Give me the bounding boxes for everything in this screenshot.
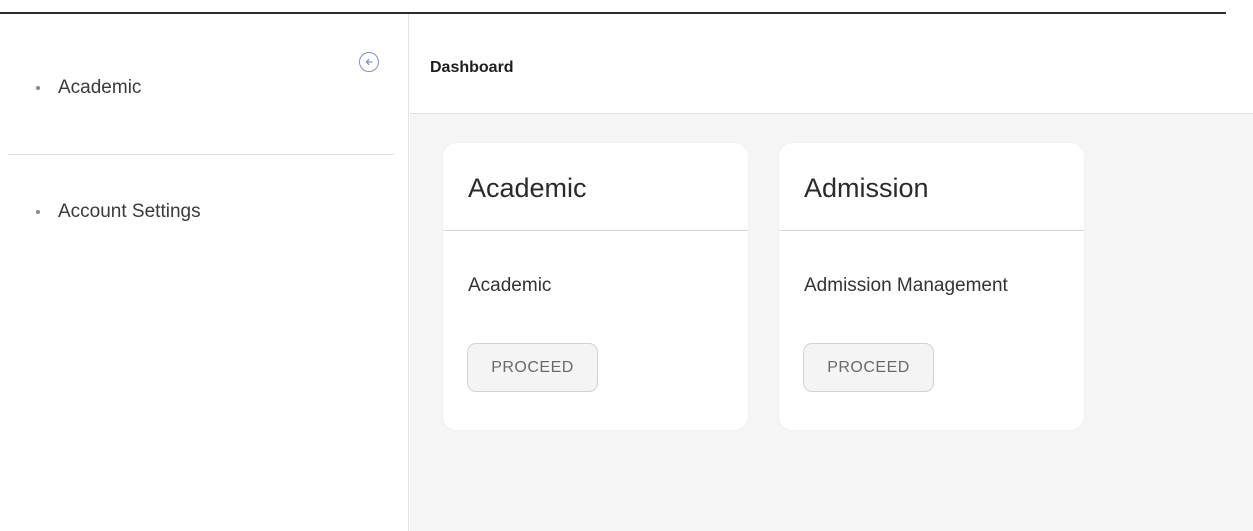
- bullet-icon: [36, 86, 40, 90]
- card-title: Academic: [468, 173, 587, 203]
- card-divider: [779, 230, 1084, 231]
- collapse-sidebar-button[interactable]: [359, 52, 379, 72]
- card-description: Admission Management: [804, 275, 1008, 296]
- proceed-button[interactable]: PROCEED: [803, 343, 934, 392]
- sidebar-divider: [8, 154, 394, 155]
- card-description: Academic: [468, 275, 552, 296]
- card-admission: Admission Admission Management PROCEED: [779, 143, 1084, 430]
- sidebar-item-label: Account Settings: [58, 201, 201, 222]
- arrow-left-circle-icon: [365, 58, 373, 66]
- sidebar-item-label: Academic: [58, 77, 142, 98]
- sidebar: Academic Account Settings: [0, 14, 409, 531]
- page-title: Dashboard: [430, 59, 514, 76]
- sidebar-item-account-settings[interactable]: Account Settings: [36, 201, 201, 223]
- page-header: Dashboard: [410, 14, 1253, 114]
- proceed-button[interactable]: PROCEED: [467, 343, 598, 392]
- card-title: Admission: [804, 173, 929, 203]
- card-academic: Academic Academic PROCEED: [443, 143, 748, 430]
- card-divider: [443, 230, 748, 231]
- dashboard-main: Academic Academic PROCEED Admission Admi…: [410, 114, 1253, 531]
- sidebar-item-academic[interactable]: Academic: [36, 77, 141, 99]
- bullet-icon: [36, 210, 40, 214]
